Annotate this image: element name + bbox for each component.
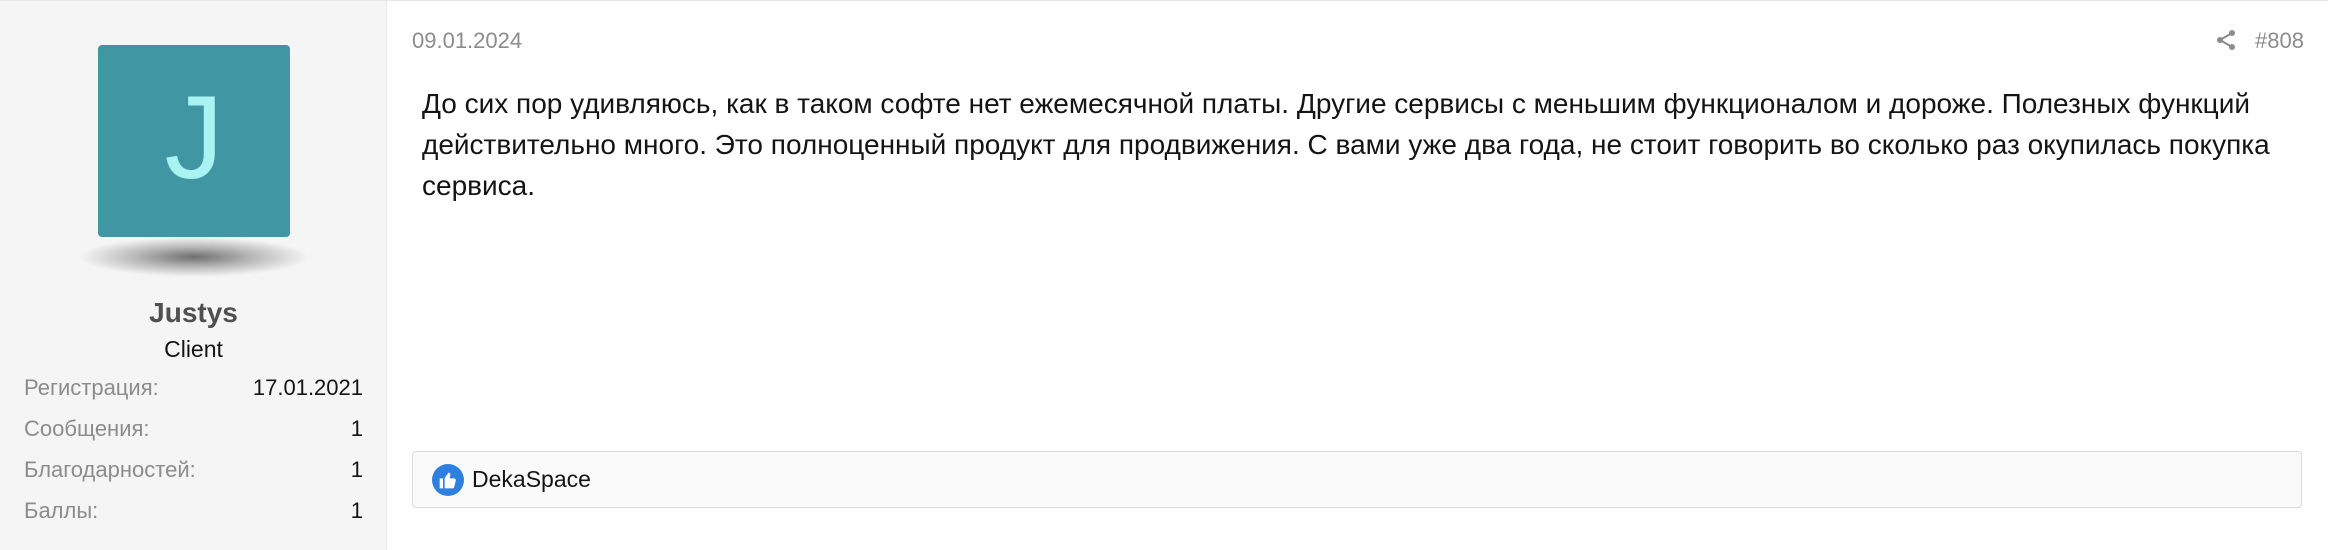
stat-label: Благодарностей:	[24, 457, 196, 482]
post-message: До сих пор удивляюсь, как в таком софте …	[422, 88, 2270, 201]
stat-label: Баллы:	[24, 498, 99, 523]
post-date[interactable]: 09.01.2024	[412, 28, 522, 54]
stat-thanks: Благодарностей: 1	[24, 455, 363, 496]
stat-value: 17.01.2021	[252, 375, 363, 400]
avatar-shadow	[78, 237, 310, 277]
user-info-panel: J Justys Client Регистрация: 17.01.2021 …	[0, 1, 387, 550]
thumbs-up-icon	[432, 463, 464, 496]
user-stats: Регистрация: 17.01.2021 Сообщения: 1 Бла…	[24, 373, 363, 537]
stat-value: 1	[350, 457, 363, 482]
stat-points: Баллы: 1	[24, 496, 363, 537]
stat-value: 1	[350, 416, 363, 441]
avatar[interactable]: J	[98, 45, 290, 237]
stat-value: 1	[350, 498, 363, 523]
stat-label: Сообщения:	[24, 416, 150, 441]
stat-registration: Регистрация: 17.01.2021	[24, 373, 363, 414]
username[interactable]: Justys	[0, 297, 387, 329]
stat-messages: Сообщения: 1	[24, 414, 363, 455]
stat-label: Регистрация:	[24, 375, 159, 400]
reactions-bar[interactable]: DekaSpace	[412, 451, 2302, 508]
reaction-user-link[interactable]: DekaSpace	[472, 466, 591, 493]
forum-post: J Justys Client Регистрация: 17.01.2021 …	[0, 0, 2328, 550]
user-title: Client	[164, 336, 223, 362]
share-icon[interactable]	[2214, 28, 2238, 52]
post-number-link[interactable]: #808	[2255, 28, 2304, 54]
avatar-letter: J	[164, 72, 224, 204]
post-main: 09.01.2024 #808 До сих пор удивляюсь, ка…	[387, 1, 2328, 550]
